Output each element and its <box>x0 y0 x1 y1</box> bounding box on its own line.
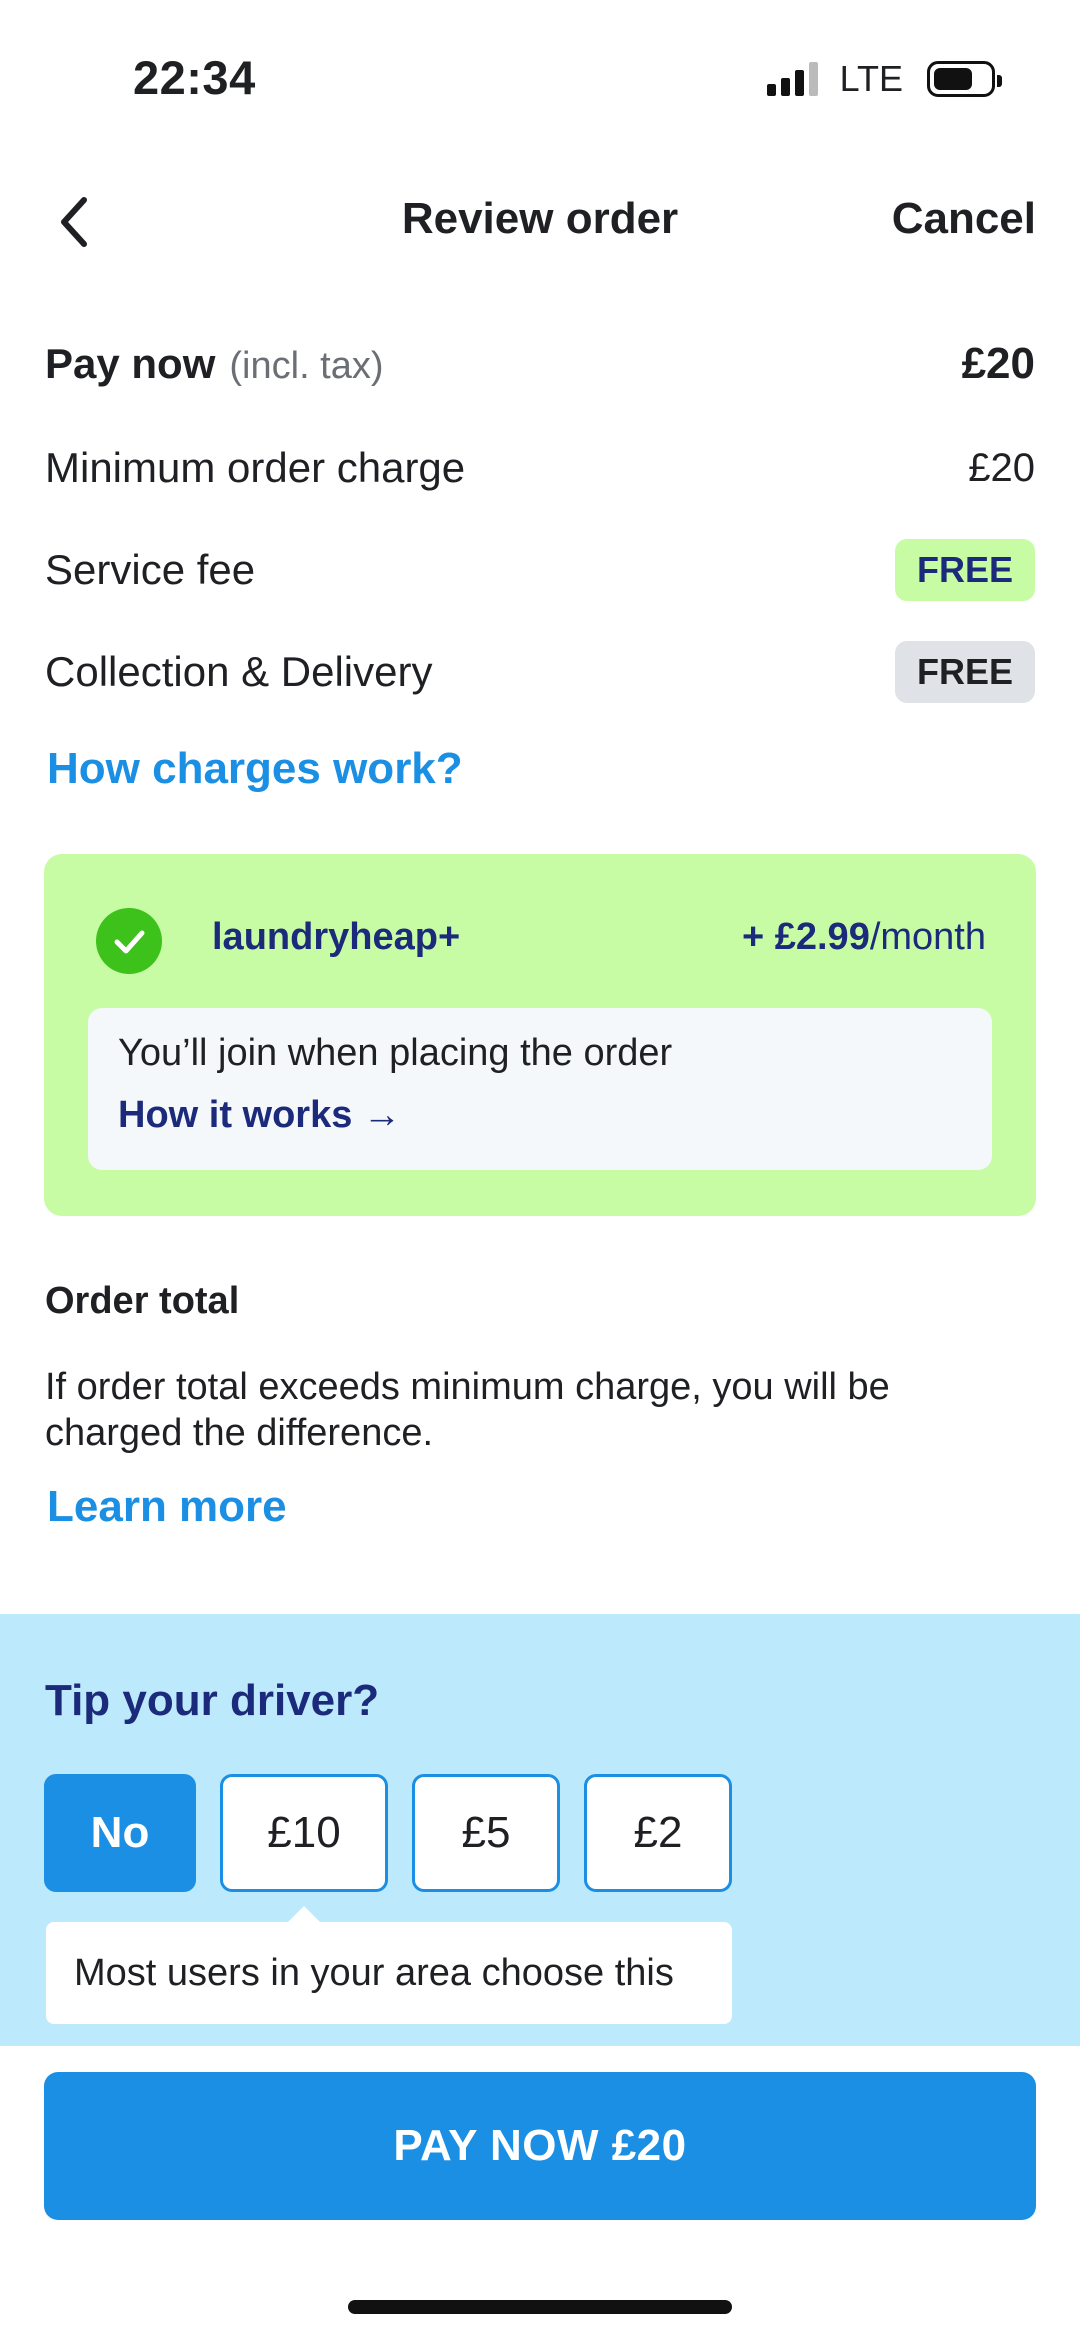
charge-row-minimum: Minimum order charge £20 <box>45 438 1035 498</box>
tip-option-10[interactable]: £10 <box>220 1774 388 1892</box>
membership-card: laundryheap+ + £2.99/month You’ll join w… <box>44 854 1036 1216</box>
membership-price: + £2.99/month <box>742 916 986 959</box>
tip-option-no[interactable]: No <box>44 1774 196 1892</box>
status-bar: 22:34 LTE <box>0 0 1080 160</box>
home-indicator <box>348 2300 732 2314</box>
tip-tooltip: Most users in your area choose this <box>46 1922 732 2024</box>
pay-now-button[interactable]: PAY NOW £20 <box>44 2072 1036 2220</box>
how-it-works-link[interactable]: How it works → <box>118 1094 401 1137</box>
pay-now-row: Pay now (incl. tax) £20 <box>45 334 1035 394</box>
membership-price-amount: + £2.99 <box>741 916 870 958</box>
charge-label: Service fee <box>45 546 256 593</box>
tip-option-2[interactable]: £2 <box>584 1774 732 1892</box>
pay-now-tax-note: (incl. tax) <box>229 345 384 387</box>
order-total-description: If order total exceeds minimum charge, y… <box>45 1366 890 1454</box>
membership-join-text: You’ll join when placing the order <box>118 1032 673 1074</box>
charge-row-delivery: Collection & Delivery FREE <box>45 641 1035 703</box>
network-label: LTE <box>839 58 903 99</box>
order-total-title: Order total <box>45 1280 240 1322</box>
check-circle-icon <box>96 908 162 974</box>
tip-option-5[interactable]: £5 <box>412 1774 560 1892</box>
how-charges-link[interactable]: How charges work? <box>47 744 463 794</box>
signal-icon <box>766 62 818 96</box>
charge-label: Collection & Delivery <box>45 648 433 695</box>
pay-now-amount: £20 <box>961 339 1035 388</box>
tip-options: No £10 £5 £2 <box>44 1774 732 1892</box>
check-icon <box>114 930 145 954</box>
status-indicators: LTE <box>766 58 1002 100</box>
learn-more-link[interactable]: Learn more <box>47 1482 287 1532</box>
free-badge: FREE <box>894 641 1035 703</box>
status-time: 22:34 <box>133 51 256 104</box>
cancel-button[interactable]: Cancel <box>892 194 1036 244</box>
charge-label: Minimum order charge <box>45 444 466 491</box>
membership-price-period: /month <box>869 916 986 958</box>
free-badge: FREE <box>894 539 1035 601</box>
tooltip-arrow <box>288 1906 320 1922</box>
tip-title: Tip your driver? <box>45 1676 380 1725</box>
membership-info-box: You’ll join when placing the order How i… <box>88 1008 992 1170</box>
pay-now-label-group: Pay now (incl. tax) <box>45 340 384 388</box>
membership-name: laundryheap+ <box>212 916 461 958</box>
pay-now-label: Pay now <box>45 340 216 387</box>
tip-section: Tip your driver? No £10 £5 £2 Most users… <box>0 1614 1080 2046</box>
charge-row-service-fee: Service fee FREE <box>45 539 1035 601</box>
battery-icon <box>927 61 1002 97</box>
nav-header: Review order Cancel <box>0 180 1080 260</box>
charge-value: £20 <box>968 445 1035 490</box>
